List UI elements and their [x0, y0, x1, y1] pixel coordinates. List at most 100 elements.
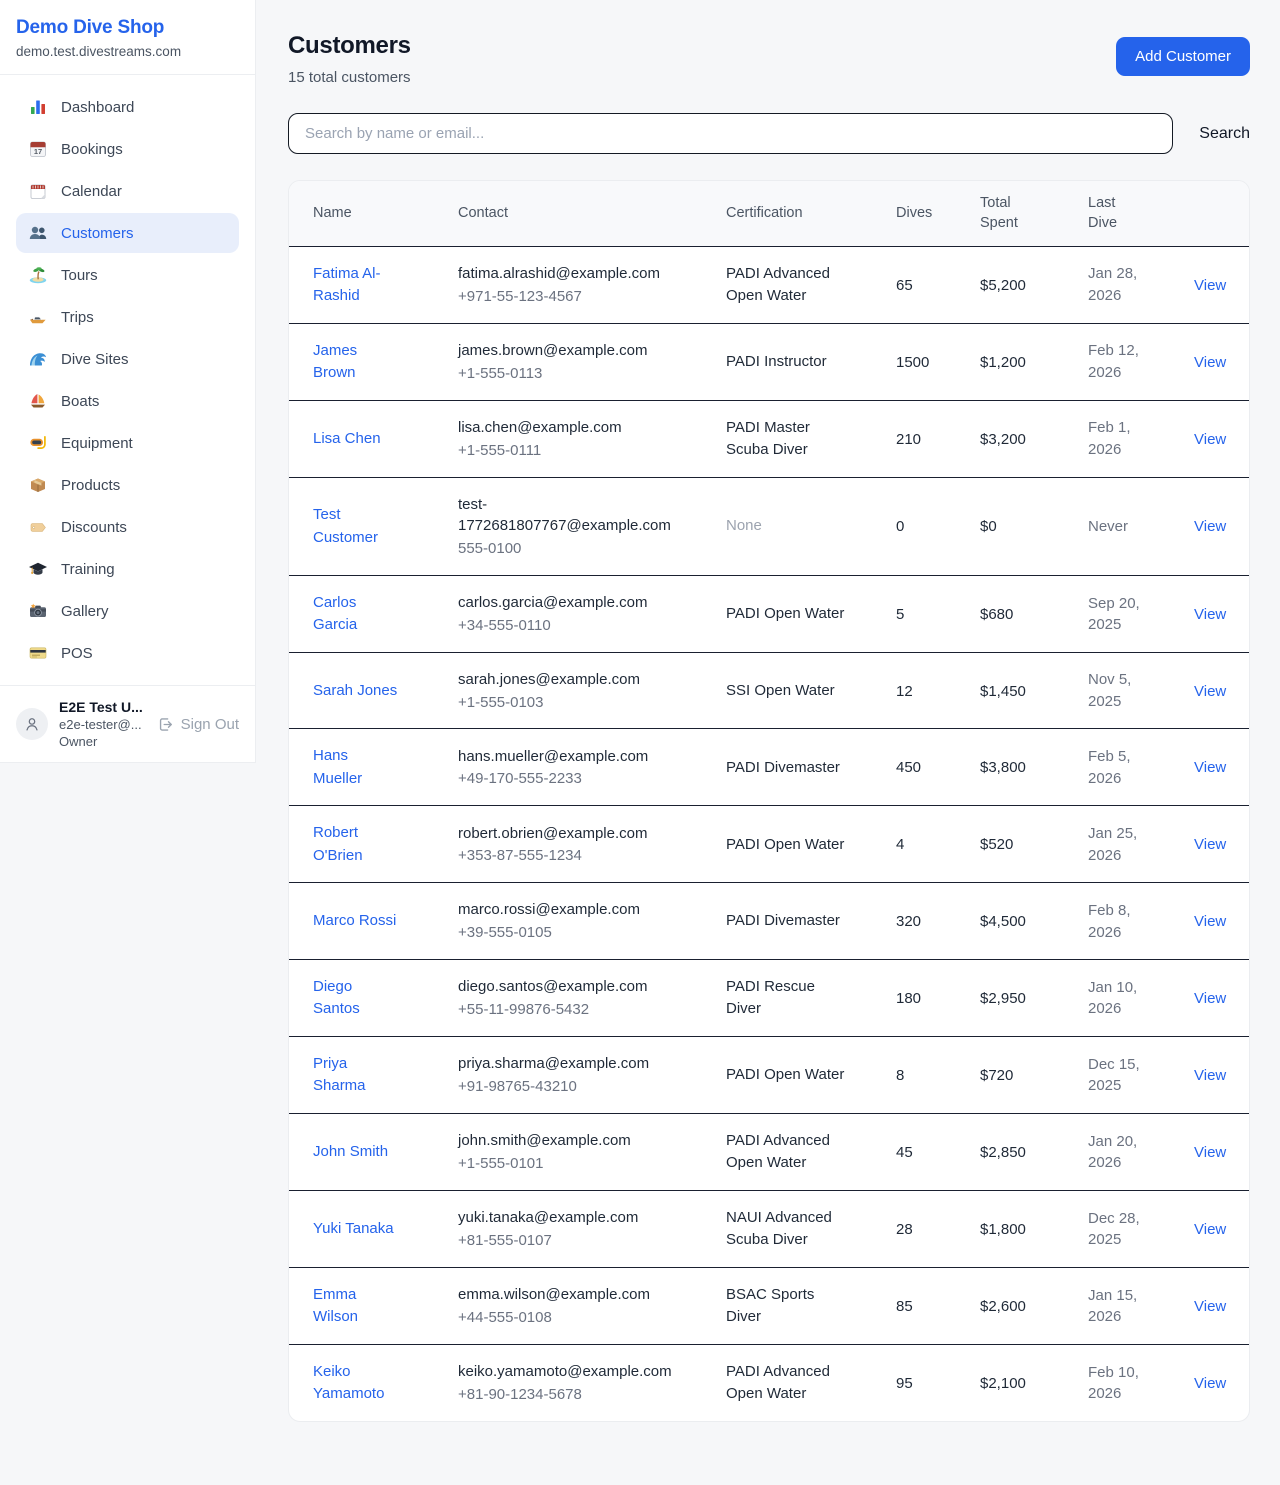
sidebar-item-calendar[interactable]: Calendar [16, 171, 239, 211]
total-spent: $1,800 [980, 1221, 1056, 1238]
view-link[interactable]: View [1194, 683, 1226, 700]
customer-email: james.brown@example.com [458, 340, 676, 362]
view-link[interactable]: View [1194, 1144, 1226, 1161]
customer-name-link[interactable]: James Brown [313, 340, 399, 385]
view-link[interactable]: View [1194, 431, 1226, 448]
add-customer-button[interactable]: Add Customer [1116, 37, 1250, 76]
dives-count: 28 [896, 1221, 948, 1238]
sidebar-item-trips[interactable]: Trips [16, 297, 239, 337]
customer-name-link[interactable]: Emma Wilson [313, 1284, 399, 1329]
sidebar-item-bookings[interactable]: 17Bookings [16, 129, 239, 169]
customer-email: diego.santos@example.com [458, 976, 676, 998]
certification: PADI Instructor [726, 351, 850, 374]
column-header-certification: Certification [702, 181, 872, 246]
view-link[interactable]: View [1194, 759, 1226, 776]
dives-count: 450 [896, 759, 948, 776]
certification: PADI Advanced Open Water [726, 1361, 850, 1406]
sign-out-button[interactable]: Sign Out [157, 716, 239, 733]
view-link[interactable]: View [1194, 354, 1226, 371]
last-dive: Feb 5, 2026 [1088, 746, 1150, 790]
svg-text:17: 17 [34, 147, 42, 156]
last-dive: Jan 28, 2026 [1088, 263, 1150, 307]
column-header-total-spent: Total Spent [956, 181, 1064, 246]
sidebar-item-boats[interactable]: Boats [16, 381, 239, 421]
user-role: Owner [59, 734, 146, 749]
customer-phone: +1-555-0113 [458, 363, 694, 385]
last-dive: Feb 1, 2026 [1088, 417, 1150, 461]
customer-name-link[interactable]: John Smith [313, 1141, 388, 1164]
dives-count: 8 [896, 1067, 948, 1084]
credit-card-icon [28, 643, 48, 663]
certification: SSI Open Water [726, 680, 850, 703]
customer-phone: +39-555-0105 [458, 922, 694, 944]
sidebar-item-gallery[interactable]: Gallery [16, 591, 239, 631]
dives-count: 45 [896, 1144, 948, 1161]
customer-phone: +1-555-0101 [458, 1153, 694, 1175]
customer-name-link[interactable]: Carlos Garcia [313, 592, 399, 637]
view-link[interactable]: View [1194, 1375, 1226, 1392]
sidebar-item-equipment[interactable]: Equipment [16, 423, 239, 463]
customers-table-card: NameContactCertificationDivesTotal Spent… [288, 180, 1250, 1422]
customer-row: Emma Wilsonemma.wilson@example.com+44-55… [289, 1267, 1250, 1344]
certification: PADI Advanced Open Water [726, 263, 850, 308]
camera-icon [28, 601, 48, 621]
certification: PADI Advanced Open Water [726, 1130, 850, 1175]
customer-name-link[interactable]: Hans Mueller [313, 745, 399, 790]
view-link[interactable]: View [1194, 1221, 1226, 1238]
view-link[interactable]: View [1194, 990, 1226, 1007]
sidebar-item-label: POS [61, 645, 93, 662]
customer-name-link[interactable]: Marco Rossi [313, 910, 396, 933]
customer-phone: +971-55-123-4567 [458, 286, 694, 308]
customer-name-link[interactable]: Diego Santos [313, 976, 399, 1021]
sidebar-item-dive-sites[interactable]: Dive Sites [16, 339, 239, 379]
search-input[interactable] [288, 113, 1173, 154]
customer-row: Sarah Jonessarah.jones@example.com+1-555… [289, 652, 1250, 729]
sidebar-item-products[interactable]: Products [16, 465, 239, 505]
page-title-block: Customers 15 total customers [288, 24, 411, 86]
search-button[interactable]: Search [1199, 125, 1250, 143]
sidebar-item-label: Products [61, 477, 120, 494]
customer-email: carlos.garcia@example.com [458, 592, 676, 614]
view-link[interactable]: View [1194, 277, 1226, 294]
sidebar-item-discounts[interactable]: Discounts [16, 507, 239, 547]
sidebar-item-tours[interactable]: Tours [16, 255, 239, 295]
view-link[interactable]: View [1194, 913, 1226, 930]
view-link[interactable]: View [1194, 518, 1226, 535]
customer-row: Yuki Tanakayuki.tanaka@example.com+81-55… [289, 1190, 1250, 1267]
customer-email: emma.wilson@example.com [458, 1284, 676, 1306]
customer-name-link[interactable]: Keiko Yamamoto [313, 1361, 399, 1406]
total-spent: $3,200 [980, 431, 1056, 448]
customer-email: keiko.yamamoto@example.com [458, 1361, 676, 1383]
sidebar-item-dashboard[interactable]: Dashboard [16, 87, 239, 127]
last-dive: Jan 10, 2026 [1088, 977, 1150, 1021]
search-row: Search [288, 113, 1250, 154]
sidebar-item-label: Equipment [61, 435, 133, 452]
sidebar-item-label: Discounts [61, 519, 127, 536]
customer-name-link[interactable]: Lisa Chen [313, 428, 381, 451]
view-link[interactable]: View [1194, 1298, 1226, 1315]
customer-email: marco.rossi@example.com [458, 899, 676, 921]
customer-row: Marco Rossi marco.rossi@example.com+39-55… [289, 883, 1250, 960]
last-dive: Nov 5, 2025 [1088, 669, 1150, 713]
shop-name: Demo Dive Shop [16, 17, 239, 39]
customer-row: Priya Sharmapriya.sharma@example.com+91-… [289, 1036, 1250, 1113]
last-dive: Never [1088, 516, 1150, 538]
people-icon [28, 223, 48, 243]
customer-name-link[interactable]: Fatima Al-Rashid [313, 263, 399, 308]
last-dive: Sep 20, 2025 [1088, 593, 1150, 637]
sidebar-item-customers[interactable]: Customers [16, 213, 239, 253]
view-link[interactable]: View [1194, 1067, 1226, 1084]
customer-name-link[interactable]: Test Customer [313, 504, 399, 549]
customer-name-link[interactable]: Robert O'Brien [313, 822, 399, 867]
last-dive: Dec 28, 2025 [1088, 1208, 1150, 1252]
view-link[interactable]: View [1194, 606, 1226, 623]
sign-out-label: Sign Out [181, 716, 239, 733]
customer-name-link[interactable]: Sarah Jones [313, 680, 397, 703]
customer-email: priya.sharma@example.com [458, 1053, 676, 1075]
customer-name-link[interactable]: Yuki Tanaka [313, 1218, 394, 1241]
view-link[interactable]: View [1194, 836, 1226, 853]
sidebar-item-pos[interactable]: POS [16, 633, 239, 673]
sidebar-item-training[interactable]: Training [16, 549, 239, 589]
customer-name-link[interactable]: Priya Sharma [313, 1053, 399, 1098]
total-spent: $4,500 [980, 913, 1056, 930]
